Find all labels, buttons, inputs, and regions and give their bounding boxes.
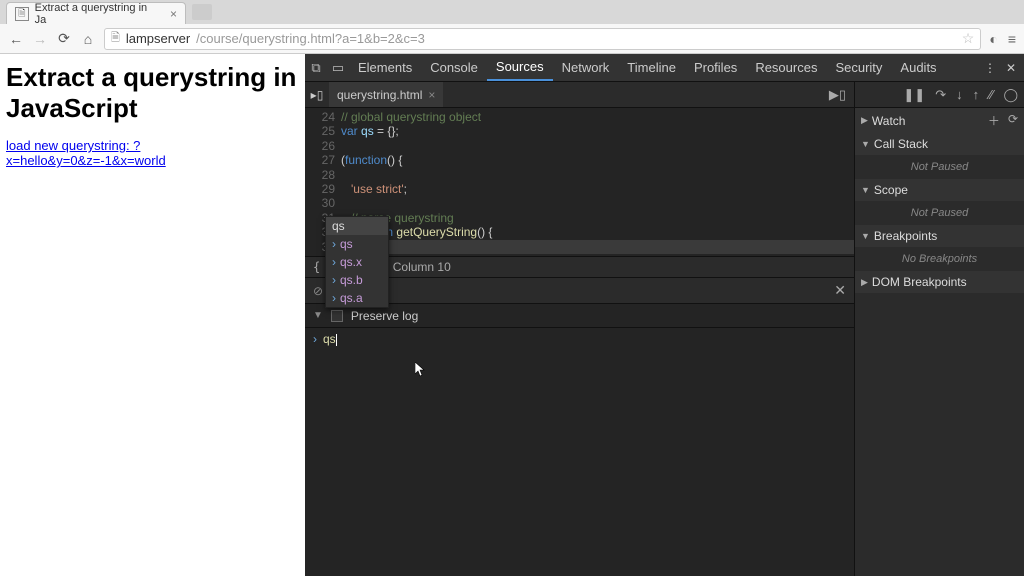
deactivate-breakpoints-icon[interactable]: ⁄⁄ <box>989 87 993 102</box>
editor-tab-label: querystring.html <box>337 88 422 102</box>
devtools-tab-resources[interactable]: Resources <box>746 54 826 81</box>
inspect-element-icon[interactable]: ⧉ <box>305 60 327 76</box>
devtools-tab-console[interactable]: Console <box>421 54 487 81</box>
watch-section-header[interactable]: ▶ Watch ＋⟳ <box>855 108 1024 133</box>
devtools-panel: ⧉ ▭ ElementsConsoleSourcesNetworkTimelin… <box>305 54 1024 576</box>
chevron-down-icon: ▼ <box>861 185 870 195</box>
preserve-log-checkbox[interactable] <box>331 310 343 322</box>
browser-toolbar: ← → ⟳ ⌂ 🗎 lampserver/course/querystring.… <box>0 24 1024 54</box>
run-snippet-icon[interactable]: ▶▯ <box>829 87 846 103</box>
browser-tabstrip: 🗎 Extract a querystring in Ja × <box>0 0 1024 24</box>
devtools-tab-profiles[interactable]: Profiles <box>685 54 746 81</box>
scope-section-header[interactable]: ▼ Scope <box>855 179 1024 201</box>
bookmark-icon[interactable]: ☆ <box>962 30 975 47</box>
callstack-section-header[interactable]: ▼ Call Stack <box>855 133 1024 155</box>
autocomplete-item[interactable]: ›qs <box>326 235 388 253</box>
autocomplete-popup: qs ›qs›qs.x›qs.b›qs.a <box>325 216 389 308</box>
console-input-text: qs <box>323 332 336 346</box>
url-host: lampserver <box>126 31 190 46</box>
reload-button[interactable]: ⟳ <box>56 30 72 47</box>
browser-tab[interactable]: 🗎 Extract a querystring in Ja × <box>6 2 186 24</box>
page-heading: Extract a querystring in JavaScript <box>6 62 299 124</box>
back-button[interactable]: ← <box>8 31 24 47</box>
console-prompt[interactable]: › qs <box>305 328 854 350</box>
autocomplete-item[interactable]: ›qs.x <box>326 253 388 271</box>
devtools-tab-network[interactable]: Network <box>553 54 619 81</box>
expand-icon[interactable]: ▼ <box>313 310 323 321</box>
tab-title: Extract a querystring in Ja <box>35 2 158 26</box>
url-path: /course/querystring.html?a=1&b=2&c=3 <box>196 31 425 46</box>
add-watch-icon[interactable]: ＋ <box>988 112 1000 129</box>
debugger-controls: ❚❚ ↷ ↓ ↑ ⁄⁄ ◯ <box>855 82 1024 108</box>
console-area[interactable]: qs ›qs›qs.x›qs.b›qs.a › qs <box>305 328 854 576</box>
devtools-tab-security[interactable]: Security <box>826 54 891 81</box>
chevron-right-icon: ▶ <box>861 115 868 126</box>
devtools-tab-audits[interactable]: Audits <box>891 54 945 81</box>
console-filter-close-icon[interactable]: ✕ <box>834 282 846 299</box>
editor-tab-close-icon[interactable]: × <box>428 88 435 102</box>
new-tab-button[interactable] <box>192 4 212 20</box>
home-button[interactable]: ⌂ <box>80 31 96 47</box>
autocomplete-item[interactable]: ›qs.b <box>326 271 388 289</box>
devtools-more-icon[interactable]: ⋮ <box>984 61 996 75</box>
console-filter-input[interactable] <box>333 284 824 298</box>
refresh-watch-icon[interactable]: ⟳ <box>1008 112 1018 129</box>
autocomplete-head[interactable]: qs <box>326 217 388 235</box>
editor-tab[interactable]: querystring.html × <box>329 82 443 107</box>
chevron-down-icon: ▼ <box>861 139 870 149</box>
preserve-log-label: Preserve log <box>351 309 418 323</box>
site-info-icon[interactable]: 🗎 <box>111 29 120 48</box>
dom-breakpoints-section-header[interactable]: ▶ DOM Breakpoints <box>855 271 1024 293</box>
breakpoints-section-header[interactable]: ▼ Breakpoints <box>855 225 1024 247</box>
pause-icon[interactable]: ❚❚ <box>903 87 925 103</box>
autocomplete-item[interactable]: ›qs.a <box>326 289 388 307</box>
extension-icon[interactable]: ◐ <box>989 31 997 47</box>
code-body: // global querystring object var qs = {}… <box>341 110 854 254</box>
step-into-icon[interactable]: ↓ <box>956 87 963 102</box>
tab-close-icon[interactable]: × <box>170 7 177 21</box>
breakpoints-empty: No Breakpoints <box>855 247 1024 271</box>
devtools-tabs: ⧉ ▭ ElementsConsoleSourcesNetworkTimelin… <box>305 54 1024 82</box>
devtools-close-icon[interactable]: ✕ <box>1006 61 1016 75</box>
load-querystring-link[interactable]: load new querystring: ?x=hello&y=0&z=-1&… <box>6 138 299 168</box>
step-out-icon[interactable]: ↑ <box>973 87 980 102</box>
scope-empty: Not Paused <box>855 201 1024 225</box>
chevron-right-icon: ▶ <box>861 277 868 288</box>
menu-icon[interactable]: ≡ <box>1008 31 1016 47</box>
forward-button[interactable]: → <box>32 31 48 47</box>
navigator-toggle-icon[interactable]: ▸▯ <box>305 88 329 102</box>
clear-console-icon[interactable]: ⊘ <box>313 284 323 298</box>
devtools-tab-sources[interactable]: Sources <box>487 54 553 81</box>
devtools-tab-elements[interactable]: Elements <box>349 54 421 81</box>
device-mode-icon[interactable]: ▭ <box>327 60 349 76</box>
devtools-tab-timeline[interactable]: Timeline <box>618 54 685 81</box>
prompt-chevron-icon: › <box>313 332 317 346</box>
page-content: Extract a querystring in JavaScript load… <box>0 54 305 576</box>
pause-on-exceptions-icon[interactable]: ◯ <box>1003 87 1018 103</box>
page-favicon-icon: 🗎 <box>15 7 29 21</box>
callstack-empty: Not Paused <box>855 155 1024 179</box>
step-over-icon[interactable]: ↷ <box>935 87 946 103</box>
debugger-sidebar: ❚❚ ↷ ↓ ↑ ⁄⁄ ◯ ▶ Watch ＋⟳ ▼ Call Stac <box>854 82 1024 576</box>
chevron-down-icon: ▼ <box>861 231 870 241</box>
address-bar[interactable]: 🗎 lampserver/course/querystring.html?a=1… <box>104 28 981 50</box>
mouse-cursor-icon <box>415 362 427 378</box>
editor-tabstrip: ▸▯ querystring.html × ▶▯ <box>305 82 854 108</box>
